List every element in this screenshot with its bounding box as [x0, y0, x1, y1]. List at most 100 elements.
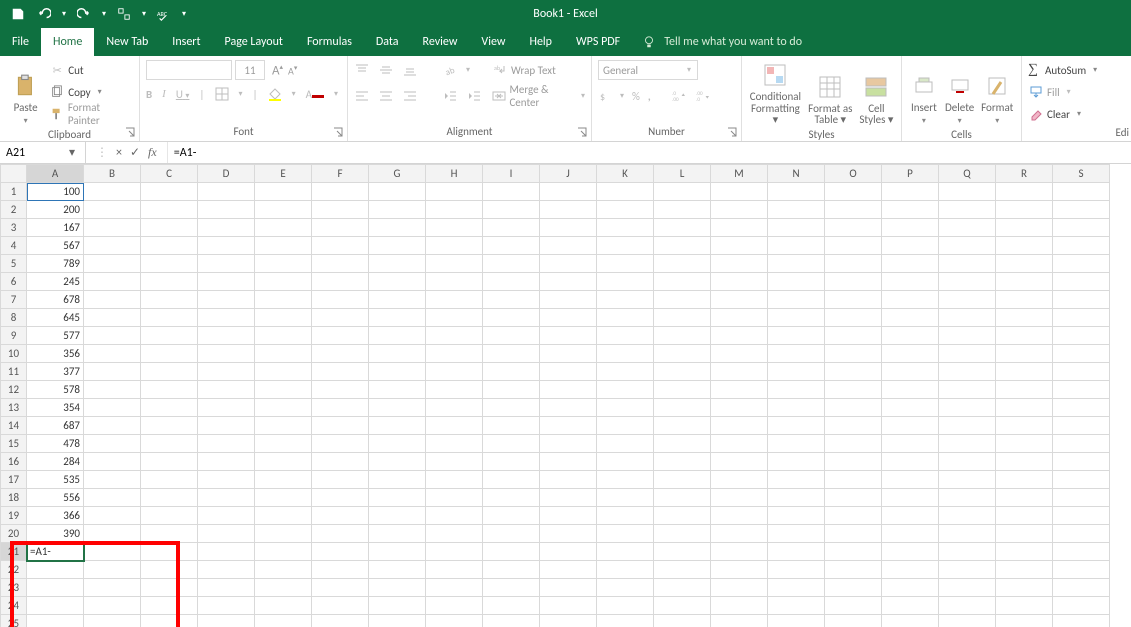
cell[interactable] — [711, 417, 768, 435]
cell[interactable] — [711, 615, 768, 627]
cell[interactable] — [597, 615, 654, 627]
cell[interactable] — [84, 471, 141, 489]
cell[interactable] — [711, 363, 768, 381]
cell[interactable] — [198, 525, 255, 543]
cell[interactable] — [426, 291, 483, 309]
cell[interactable] — [369, 309, 426, 327]
cell[interactable] — [1053, 219, 1110, 237]
cell[interactable] — [141, 417, 198, 435]
fill-button[interactable]: Fill▾ — [1028, 82, 1097, 102]
cell[interactable] — [540, 489, 597, 507]
cell[interactable] — [768, 363, 825, 381]
cell[interactable] — [654, 327, 711, 345]
cell[interactable] — [825, 489, 882, 507]
cell[interactable] — [141, 345, 198, 363]
cell[interactable] — [198, 435, 255, 453]
cell[interactable] — [540, 525, 597, 543]
cell[interactable] — [312, 561, 369, 579]
cell[interactable] — [882, 489, 939, 507]
cell[interactable] — [255, 219, 312, 237]
cell[interactable] — [483, 219, 540, 237]
cell[interactable] — [84, 525, 141, 543]
cell[interactable] — [540, 507, 597, 525]
cell[interactable] — [426, 525, 483, 543]
cell[interactable] — [996, 291, 1053, 309]
cell[interactable] — [426, 309, 483, 327]
cell[interactable] — [1053, 327, 1110, 345]
cell[interactable] — [84, 345, 141, 363]
cell[interactable] — [483, 579, 540, 597]
save-icon[interactable] — [10, 6, 26, 22]
cell[interactable] — [255, 597, 312, 615]
cell[interactable] — [27, 561, 84, 579]
cell[interactable] — [141, 183, 198, 201]
cell[interactable] — [369, 597, 426, 615]
cell[interactable] — [84, 507, 141, 525]
cell[interactable] — [426, 219, 483, 237]
cell[interactable] — [84, 237, 141, 255]
row-header[interactable]: 18 — [1, 489, 27, 507]
cell[interactable] — [768, 435, 825, 453]
cell[interactable] — [939, 273, 996, 291]
column-header[interactable]: P — [882, 165, 939, 183]
percent-button[interactable]: % — [632, 90, 640, 103]
cell[interactable] — [255, 543, 312, 561]
cell[interactable] — [882, 363, 939, 381]
row-header[interactable]: 25 — [1, 615, 27, 627]
cell[interactable] — [369, 543, 426, 561]
cell[interactable] — [312, 183, 369, 201]
column-header[interactable]: E — [255, 165, 312, 183]
cell[interactable] — [996, 327, 1053, 345]
cell[interactable] — [540, 561, 597, 579]
cell[interactable] — [939, 561, 996, 579]
column-header[interactable]: N — [768, 165, 825, 183]
cell[interactable] — [996, 237, 1053, 255]
row-header[interactable]: 4 — [1, 237, 27, 255]
cell[interactable] — [825, 363, 882, 381]
cell[interactable] — [939, 291, 996, 309]
cell[interactable] — [939, 219, 996, 237]
cell[interactable] — [312, 237, 369, 255]
cell[interactable] — [255, 381, 312, 399]
cell[interactable] — [255, 255, 312, 273]
cell[interactable] — [198, 255, 255, 273]
cell[interactable] — [141, 399, 198, 417]
undo-icon[interactable] — [36, 6, 52, 22]
decrease-font-icon[interactable]: A▾ — [288, 63, 297, 77]
cell[interactable] — [711, 327, 768, 345]
cell[interactable] — [426, 543, 483, 561]
cut-button[interactable]: ✂Cut — [49, 60, 133, 80]
cell[interactable] — [654, 183, 711, 201]
column-header[interactable]: C — [141, 165, 198, 183]
cell[interactable] — [255, 237, 312, 255]
cell[interactable] — [882, 237, 939, 255]
dialog-launcher-icon[interactable] — [333, 127, 343, 137]
cell[interactable] — [426, 561, 483, 579]
cell[interactable] — [369, 345, 426, 363]
cell[interactable]: 789 — [27, 255, 84, 273]
cell[interactable] — [198, 363, 255, 381]
cell[interactable] — [768, 561, 825, 579]
cell[interactable] — [141, 237, 198, 255]
cell[interactable] — [84, 579, 141, 597]
cell[interactable] — [996, 525, 1053, 543]
cell[interactable] — [597, 579, 654, 597]
cell[interactable] — [198, 597, 255, 615]
cell[interactable] — [369, 525, 426, 543]
cell[interactable] — [711, 399, 768, 417]
cell[interactable] — [426, 399, 483, 417]
increase-indent-icon[interactable] — [466, 88, 482, 104]
cell[interactable] — [768, 381, 825, 399]
cell[interactable] — [141, 507, 198, 525]
column-header[interactable]: F — [312, 165, 369, 183]
cell[interactable] — [312, 363, 369, 381]
cell[interactable] — [198, 489, 255, 507]
cell[interactable] — [540, 363, 597, 381]
cell[interactable] — [426, 345, 483, 363]
cell[interactable] — [825, 453, 882, 471]
row-header[interactable]: 22 — [1, 561, 27, 579]
cell[interactable] — [597, 435, 654, 453]
spellcheck-icon[interactable]: ABC — [156, 6, 172, 22]
align-middle-icon[interactable] — [378, 62, 394, 78]
cell[interactable] — [768, 345, 825, 363]
